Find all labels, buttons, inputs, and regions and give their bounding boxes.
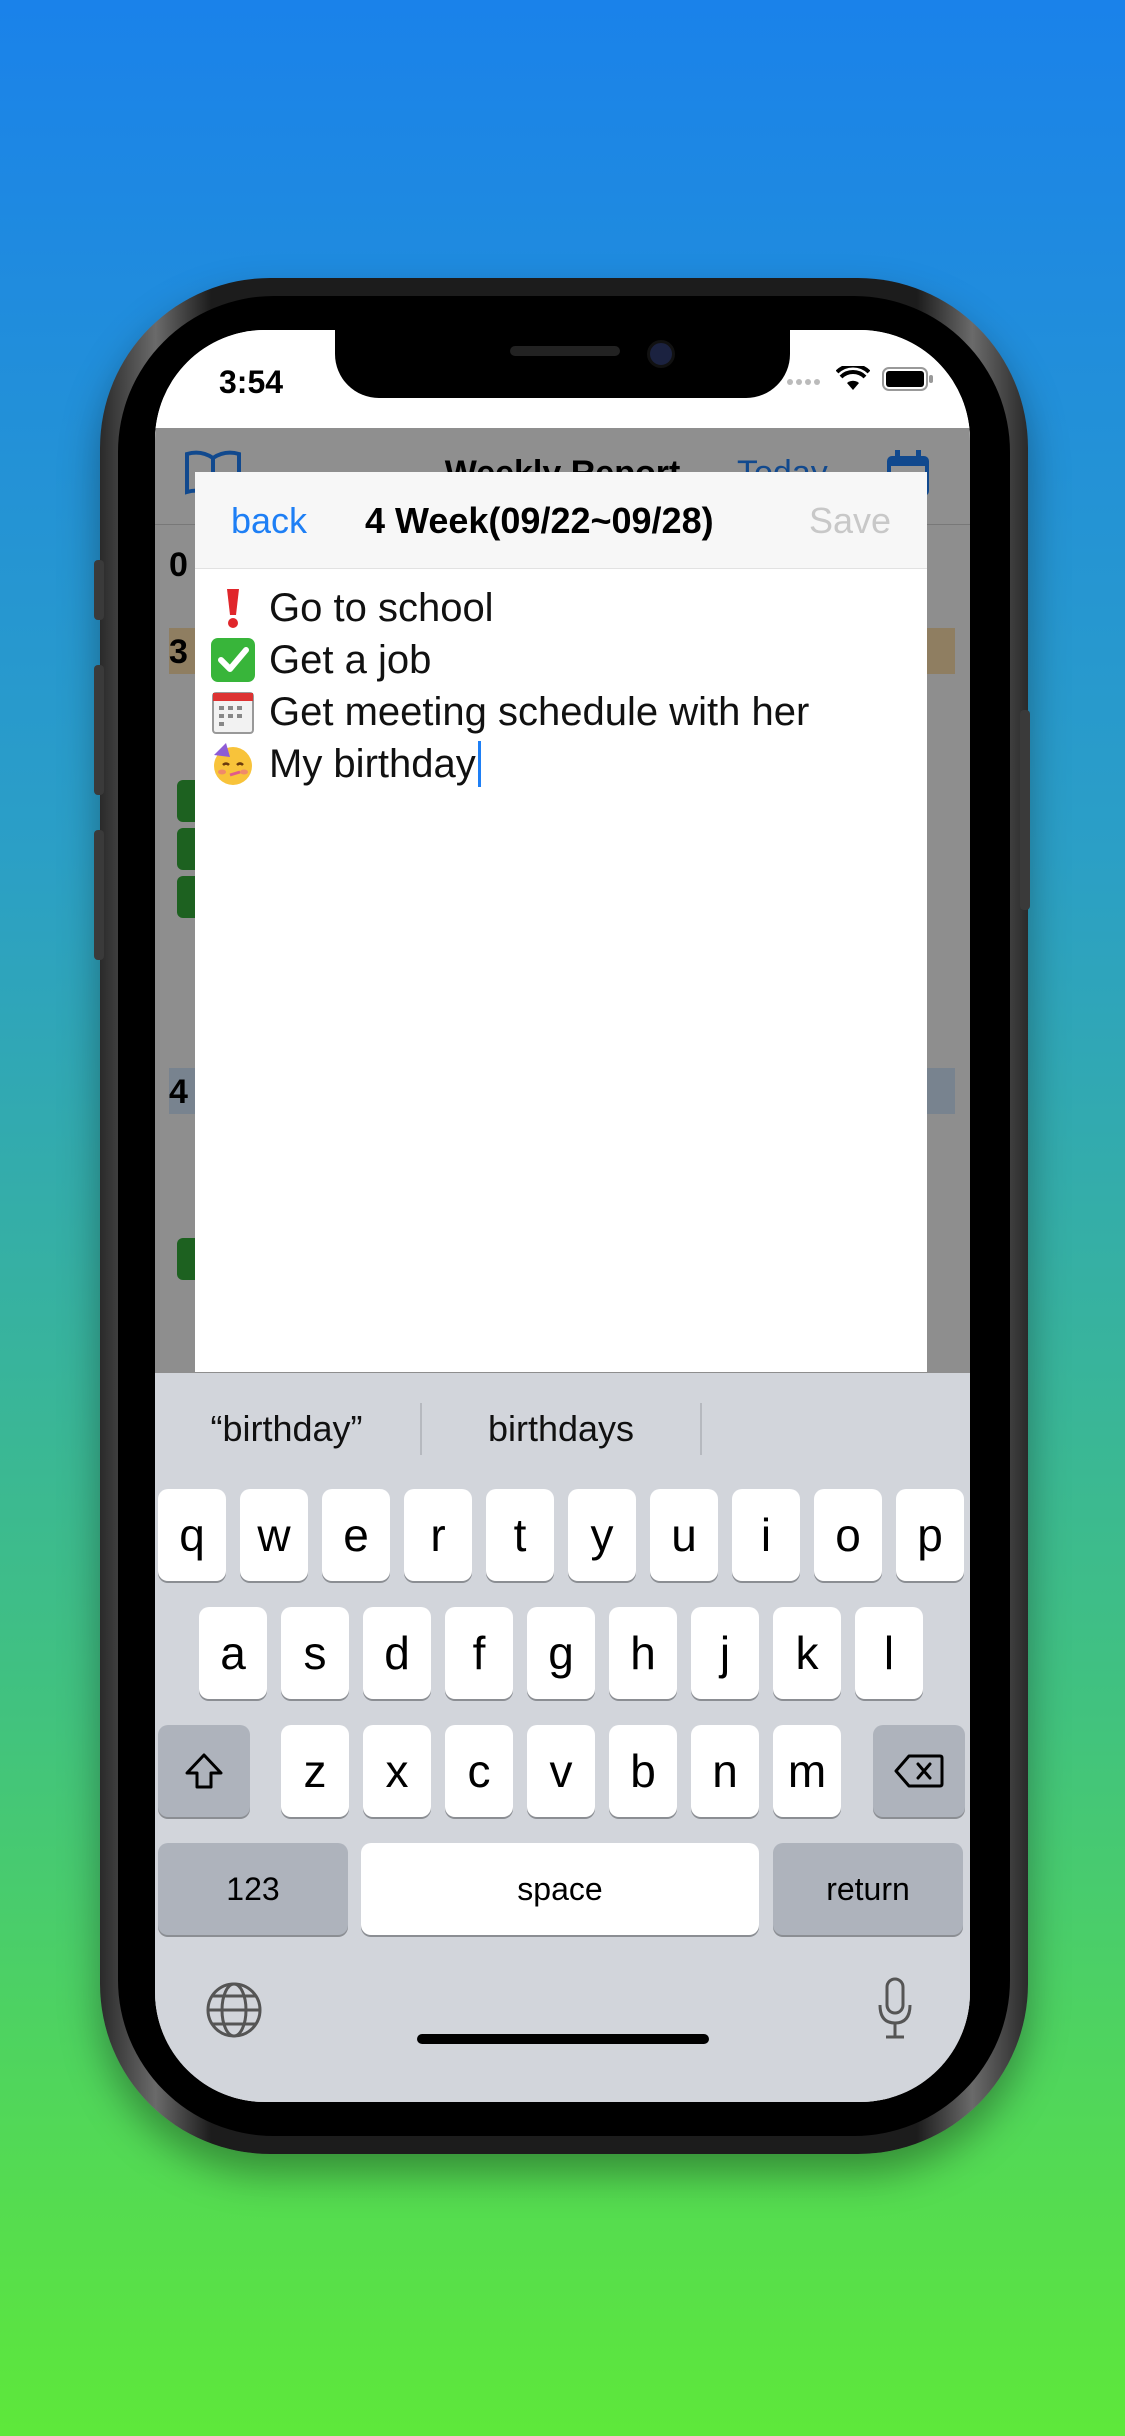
numbers-key[interactable]: 123	[158, 1843, 348, 1935]
key-h[interactable]: h	[609, 1607, 677, 1699]
home-indicator[interactable]	[417, 2034, 709, 2044]
key-m[interactable]: m	[773, 1725, 841, 1817]
calendar-icon	[209, 688, 257, 736]
key-r[interactable]: r	[404, 1489, 472, 1581]
modal-header: back 4 Week(09/22~09/28) Save	[195, 472, 927, 569]
microphone-icon[interactable]	[877, 1977, 913, 2041]
editor-line: Get meeting schedule with her	[209, 686, 909, 738]
key-a[interactable]: a	[199, 1607, 267, 1699]
key-s[interactable]: s	[281, 1607, 349, 1699]
editor-line: My birthday	[209, 738, 909, 790]
status-icons	[786, 366, 934, 392]
editor-line: Go to school	[209, 582, 909, 634]
key-y[interactable]: y	[568, 1489, 636, 1581]
line-text: Get a job	[269, 637, 432, 682]
key-i[interactable]: i	[732, 1489, 800, 1581]
shift-icon	[185, 1753, 223, 1789]
globe-icon[interactable]	[205, 1981, 263, 2039]
modal-title: 4 Week(09/22~09/28)	[365, 500, 714, 541]
wifi-icon	[836, 366, 870, 390]
key-k[interactable]: k	[773, 1607, 841, 1699]
suggestion-3[interactable]	[702, 1373, 970, 1485]
key-x[interactable]: x	[363, 1725, 431, 1817]
key-v[interactable]: v	[527, 1725, 595, 1817]
line-text: Get meeting schedule with her	[269, 689, 810, 734]
back-button[interactable]: back	[231, 500, 307, 542]
backspace-icon	[894, 1754, 944, 1788]
text-cursor	[477, 741, 481, 787]
suggestion-2[interactable]: birthdays	[422, 1373, 700, 1485]
line-text: Go to school	[269, 585, 494, 630]
editor-line: Get a job	[209, 634, 909, 686]
save-button[interactable]: Save	[809, 500, 891, 542]
backspace-key[interactable]	[873, 1725, 965, 1817]
key-j[interactable]: j	[691, 1607, 759, 1699]
key-l[interactable]: l	[855, 1607, 923, 1699]
edit-modal: back 4 Week(09/22~09/28) Save Go to scho…	[195, 472, 927, 1372]
key-w[interactable]: w	[240, 1489, 308, 1581]
key-u[interactable]: u	[650, 1489, 718, 1581]
key-q[interactable]: q	[158, 1489, 226, 1581]
line-text: My birthday	[269, 741, 476, 786]
cellular-signal-icon	[787, 379, 820, 385]
exclamation-icon	[209, 584, 257, 632]
keyboard: “birthday” birthdays q w e r t y u i o p…	[155, 1373, 970, 2102]
battery-icon	[882, 367, 933, 391]
key-d[interactable]: d	[363, 1607, 431, 1699]
key-n[interactable]: n	[691, 1725, 759, 1817]
suggestion-1[interactable]: “birthday”	[155, 1373, 418, 1485]
key-g[interactable]: g	[527, 1607, 595, 1699]
volume-down-button	[94, 665, 104, 795]
speaker	[510, 346, 620, 356]
space-key[interactable]: space	[361, 1843, 759, 1935]
key-e[interactable]: e	[322, 1489, 390, 1581]
camera	[647, 340, 675, 368]
shift-key[interactable]	[158, 1725, 250, 1817]
key-p[interactable]: p	[896, 1489, 964, 1581]
key-b[interactable]: b	[609, 1725, 677, 1817]
silent-switch	[94, 830, 104, 960]
notch	[335, 330, 790, 398]
side-button	[1020, 710, 1030, 910]
phone-screen: 3:54 Weekly Report Today	[155, 330, 970, 2102]
return-key[interactable]: return	[773, 1843, 963, 1935]
status-time: 3:54	[219, 364, 284, 400]
key-t[interactable]: t	[486, 1489, 554, 1581]
volume-up-button	[94, 560, 104, 620]
key-f[interactable]: f	[445, 1607, 513, 1699]
key-c[interactable]: c	[445, 1725, 513, 1817]
key-o[interactable]: o	[814, 1489, 882, 1581]
check-icon	[209, 636, 257, 684]
party-face-icon	[209, 740, 257, 788]
key-z[interactable]: z	[281, 1725, 349, 1817]
text-editor[interactable]: Go to school Get a job Get meeting sched…	[209, 582, 909, 790]
